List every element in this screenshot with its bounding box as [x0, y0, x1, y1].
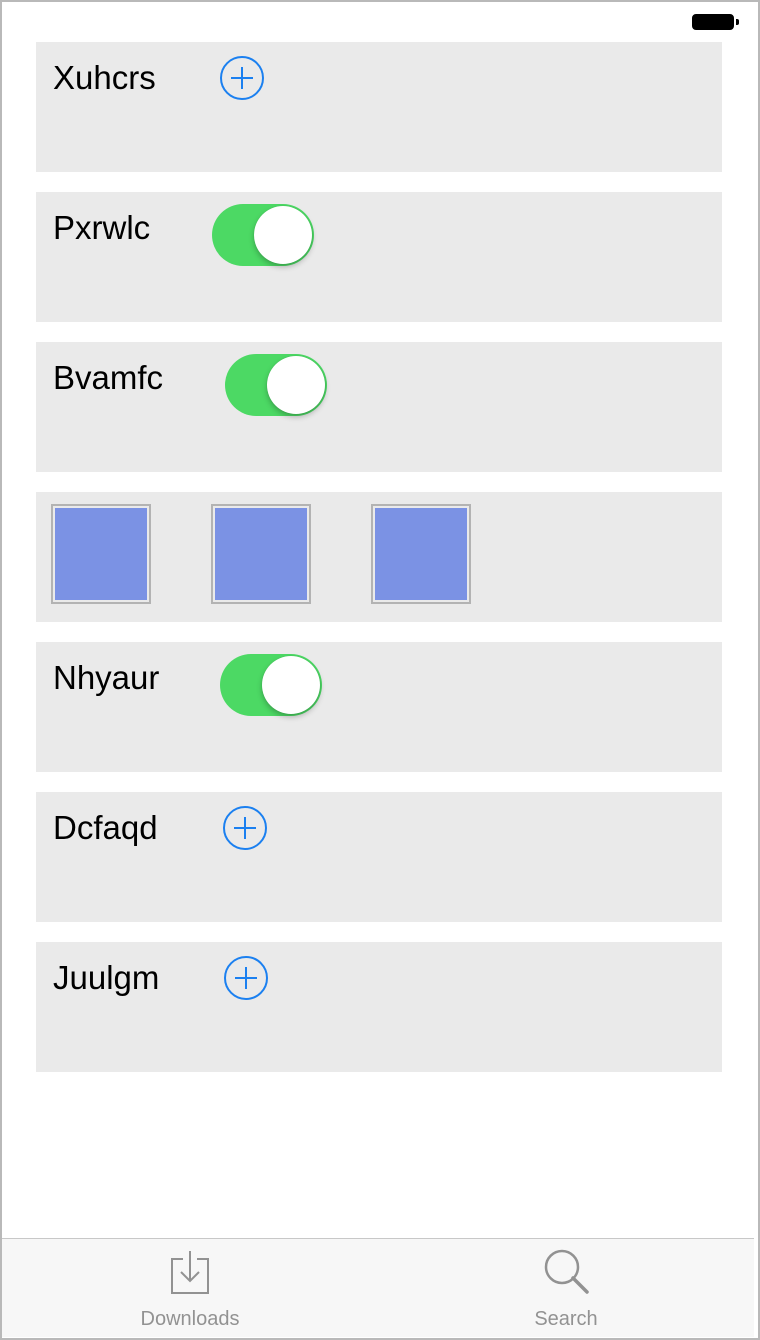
tab-bar: Downloads Search — [2, 1238, 754, 1337]
tab-downloads[interactable]: Downloads — [2, 1239, 378, 1337]
tab-label: Downloads — [140, 1308, 240, 1330]
add-button[interactable] — [220, 56, 264, 100]
toggle-switch[interactable] — [220, 654, 322, 716]
row-label: Nhyaur — [53, 659, 160, 696]
row-label: Pxrwlc — [53, 209, 151, 246]
toggle-switch[interactable] — [225, 354, 327, 416]
row-label: Bvamfc — [53, 359, 164, 396]
row-label: Juulgm — [53, 959, 160, 996]
add-button[interactable] — [224, 956, 268, 1000]
toggle-knob — [262, 656, 320, 714]
list-item-juulgm: Juulgm — [36, 942, 722, 1072]
toggle-switch[interactable] — [212, 204, 314, 266]
list-item-tiles — [36, 492, 722, 622]
image-tile[interactable] — [211, 504, 311, 604]
row-label: Xuhcrs — [53, 59, 156, 96]
list-item-nhyaur: Nhyaur — [36, 642, 722, 772]
list-item-dcfaqd: Dcfaqd — [36, 792, 722, 922]
row-label: Dcfaqd — [53, 809, 158, 846]
image-tile[interactable] — [371, 504, 471, 604]
list-item-pxrwlc: Pxrwlc — [36, 192, 722, 322]
download-tray-icon — [171, 1251, 209, 1294]
image-tile[interactable] — [51, 504, 151, 604]
app-window: Xuhcrs Pxrwlc Bvamfc Nhyaur Dcfaqd Juulg… — [0, 0, 760, 1340]
list-item-xuhcrs: Xuhcrs — [36, 42, 722, 172]
magnifier-icon — [544, 1249, 589, 1294]
add-button[interactable] — [223, 806, 267, 850]
tab-search[interactable]: Search — [378, 1239, 754, 1337]
tab-label: Search — [534, 1308, 598, 1330]
toggle-knob — [254, 206, 312, 264]
toggle-knob — [267, 356, 325, 414]
list-item-bvamfc: Bvamfc — [36, 342, 722, 472]
battery-icon — [692, 14, 739, 32]
